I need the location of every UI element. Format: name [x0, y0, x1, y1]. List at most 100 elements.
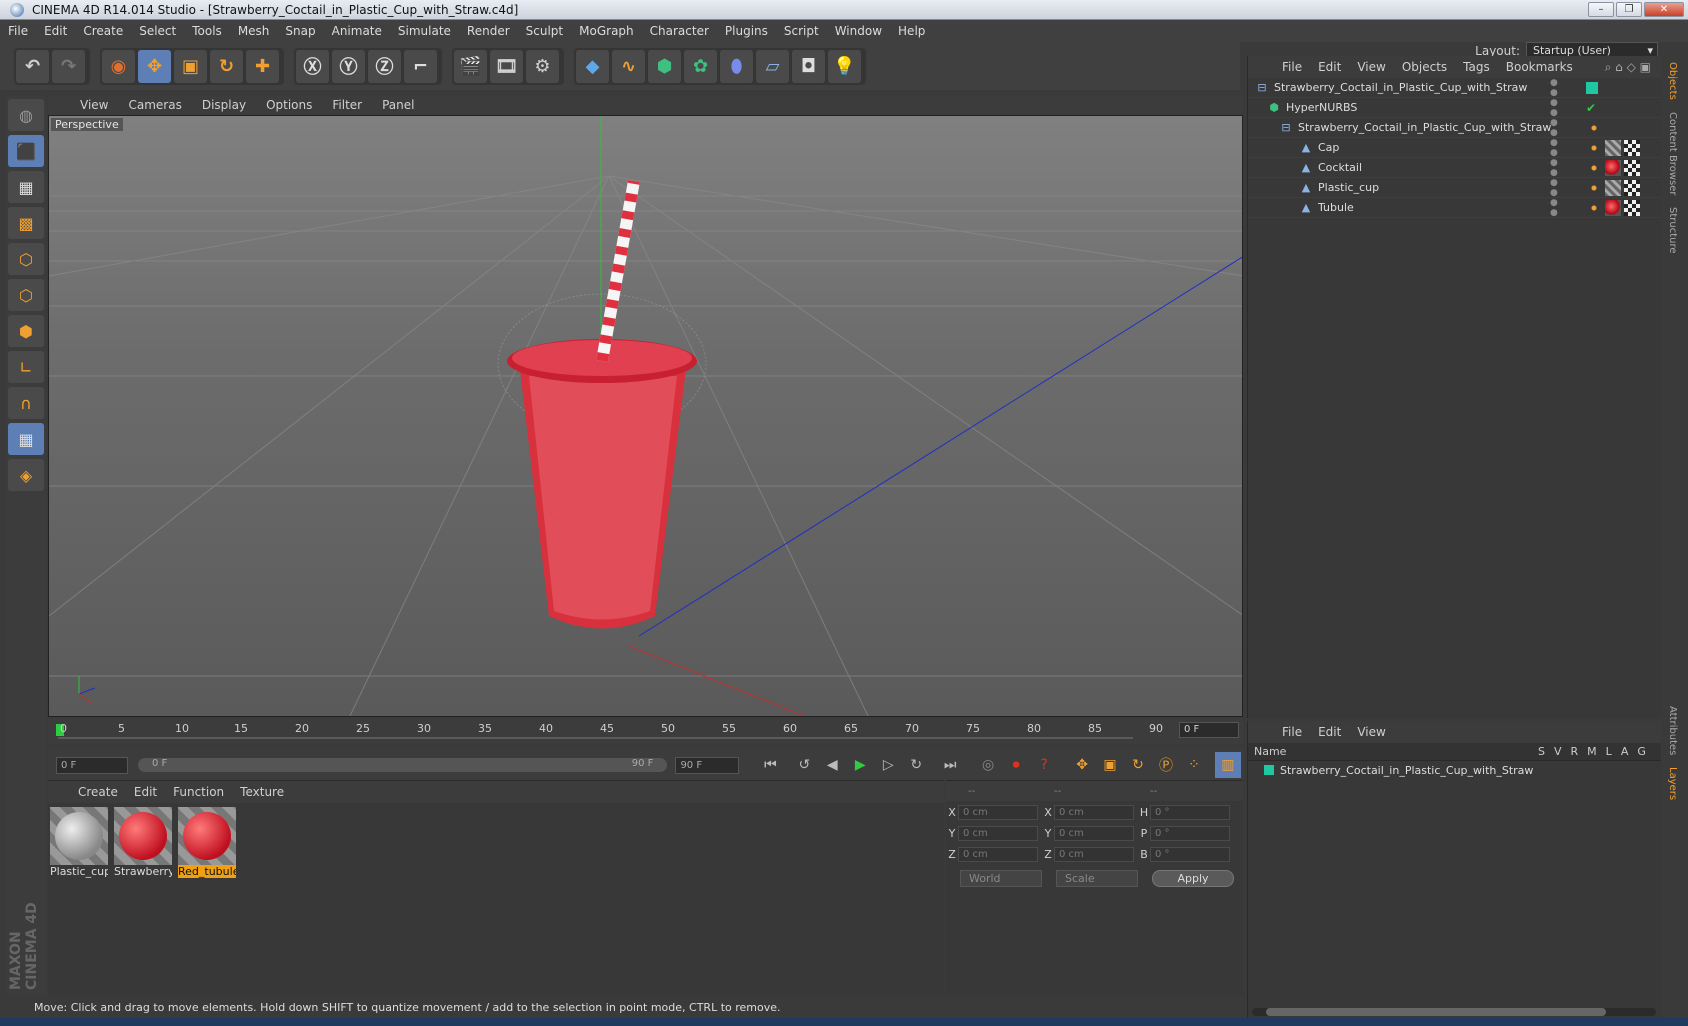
snap-magnet-icon[interactable]: ∩: [8, 387, 44, 419]
uvw-tag-icon[interactable]: [1624, 199, 1640, 216]
scale-mode-dropdown[interactable]: Scale: [1056, 870, 1138, 887]
tab-content-browser[interactable]: Content Browser: [1663, 106, 1682, 201]
position-x-field[interactable]: 0 cm: [958, 805, 1038, 820]
render-picture-viewer-icon[interactable]: 🎞: [490, 49, 523, 83]
object-row[interactable]: ▲ Cap ● ●: [1248, 138, 1661, 158]
objects-menu-tags[interactable]: Tags: [1455, 60, 1498, 74]
phong-tag-icon[interactable]: [1586, 159, 1602, 176]
apply-button[interactable]: Apply: [1152, 870, 1234, 887]
viewport-menu-filter[interactable]: Filter: [322, 98, 372, 112]
next-frame-icon[interactable]: ▷: [875, 752, 901, 778]
scale-tool-icon[interactable]: ▣: [174, 49, 207, 83]
visibility-dots[interactable]: ● ●: [1550, 198, 1558, 218]
material-item[interactable]: Plastic_cup: [50, 807, 108, 878]
visibility-dots[interactable]: ● ●: [1550, 138, 1558, 158]
maximize-button[interactable]: ❐: [1616, 2, 1642, 17]
menu-render[interactable]: Render: [459, 24, 518, 38]
material-menu-texture[interactable]: Texture: [232, 785, 292, 799]
point-level-key-icon[interactable]: ⁘: [1181, 752, 1207, 778]
menu-snap[interactable]: Snap: [277, 24, 323, 38]
menu-window[interactable]: Window: [827, 24, 890, 38]
rotation-p-field[interactable]: 0 °: [1150, 826, 1230, 841]
spline-icon[interactable]: ∿: [612, 49, 645, 83]
previous-frame-icon[interactable]: ◀: [819, 752, 845, 778]
light-icon[interactable]: 💡: [828, 49, 861, 83]
nurbs-icon[interactable]: ⬢: [648, 49, 681, 83]
close-button[interactable]: ✕: [1644, 2, 1684, 17]
material-menu-create[interactable]: Create: [70, 785, 126, 799]
viewport-menu-display[interactable]: Display: [192, 98, 256, 112]
uvw-tag-icon[interactable]: [1624, 159, 1640, 176]
tab-attributes[interactable]: Attributes: [1663, 700, 1682, 761]
material-menu-edit[interactable]: Edit: [126, 785, 165, 799]
menu-animate[interactable]: Animate: [324, 24, 390, 38]
material-tag-icon[interactable]: [1605, 159, 1621, 176]
phong-tag-icon[interactable]: [1586, 119, 1602, 136]
position-z-field[interactable]: 0 cm: [958, 847, 1038, 862]
viewport-menu-view[interactable]: View: [70, 98, 118, 112]
tab-structure[interactable]: Structure: [1663, 201, 1682, 260]
visibility-dots[interactable]: ● ●: [1550, 178, 1558, 198]
phong-tag-icon[interactable]: [1586, 199, 1602, 216]
menu-select[interactable]: Select: [131, 24, 184, 38]
points-mode-icon[interactable]: ⬡: [8, 243, 44, 275]
menu-script[interactable]: Script: [776, 24, 827, 38]
world-mode-dropdown[interactable]: World: [960, 870, 1042, 887]
timeline-window-icon[interactable]: ▥: [1214, 752, 1241, 778]
horizontal-scrollbar[interactable]: [1252, 1008, 1656, 1016]
object-row[interactable]: ▲ Plastic_cup ● ●: [1248, 178, 1661, 198]
parameter-key-icon[interactable]: Ⓟ: [1153, 752, 1179, 778]
next-key-icon[interactable]: ↻: [903, 752, 929, 778]
uvw-tag-icon[interactable]: [1624, 179, 1640, 196]
perspective-viewport[interactable]: Perspective: [48, 115, 1243, 717]
edges-mode-icon[interactable]: ⬡: [8, 279, 44, 311]
menu-help[interactable]: Help: [890, 24, 933, 38]
object-row[interactable]: ⊟ Strawberry_Coctail_in_Plastic_Cup_with…: [1248, 118, 1661, 138]
visibility-dots[interactable]: ● ●: [1550, 98, 1558, 118]
scale-key-icon[interactable]: ▣: [1097, 752, 1123, 778]
record-keys-icon[interactable]: ◎: [975, 752, 1001, 778]
enabled-check-icon[interactable]: ✔: [1586, 101, 1596, 115]
object-row[interactable]: ▲ Tubule ● ●: [1248, 198, 1661, 218]
material-tag-icon[interactable]: [1605, 179, 1621, 196]
menu-mesh[interactable]: Mesh: [230, 24, 278, 38]
phong-tag-icon[interactable]: [1586, 179, 1602, 196]
objects-menu-objects[interactable]: Objects: [1394, 60, 1455, 74]
current-frame-field[interactable]: 0 F: [1179, 722, 1239, 738]
end-frame-field[interactable]: 90 F: [675, 756, 740, 774]
workplane-lock-icon[interactable]: ▦: [8, 423, 44, 455]
y-axis-lock-icon[interactable]: Ⓨ: [332, 49, 365, 83]
render-view-icon[interactable]: 🎬: [454, 49, 487, 83]
autokey-icon[interactable]: ⏺: [1003, 752, 1029, 778]
viewport-menu-cameras[interactable]: Cameras: [118, 98, 191, 112]
polygons-mode-icon[interactable]: ⬢: [8, 315, 44, 347]
workplane-icon[interactable]: ▩: [8, 207, 44, 239]
objects-menu-edit[interactable]: Edit: [1310, 60, 1349, 74]
tab-objects[interactable]: Objects: [1663, 56, 1682, 106]
viewport-menu-options[interactable]: Options: [256, 98, 322, 112]
solo-mode-icon[interactable]: ◈: [8, 459, 44, 491]
layer-row[interactable]: Strawberry_Coctail_in_Plastic_Cup_with_S…: [1248, 761, 1661, 779]
position-key-icon[interactable]: ✥: [1069, 752, 1095, 778]
size-y-field[interactable]: 0 cm: [1054, 826, 1134, 841]
uvw-tag-icon[interactable]: [1624, 139, 1640, 156]
texture-mode-icon[interactable]: ▦: [8, 171, 44, 203]
menu-tools[interactable]: Tools: [184, 24, 230, 38]
object-row[interactable]: ▲ Cocktail ● ●: [1248, 158, 1661, 178]
menu-plugins[interactable]: Plugins: [717, 24, 776, 38]
menu-sculpt[interactable]: Sculpt: [518, 24, 571, 38]
tab-layers[interactable]: Layers: [1663, 761, 1682, 806]
deformer-icon[interactable]: ⬮: [720, 49, 753, 83]
material-item[interactable]: Strawberry: [114, 807, 172, 878]
menu-simulate[interactable]: Simulate: [390, 24, 459, 38]
z-axis-lock-icon[interactable]: Ⓩ: [368, 49, 401, 83]
rotation-key-icon[interactable]: ↻: [1125, 752, 1151, 778]
position-y-field[interactable]: 0 cm: [958, 826, 1038, 841]
live-select-icon[interactable]: ◉: [102, 49, 135, 83]
visibility-dots[interactable]: ● ●: [1550, 78, 1558, 98]
layers-menu-file[interactable]: File: [1274, 725, 1310, 739]
coordinate-system-icon[interactable]: ⌐: [404, 49, 437, 83]
material-tag-icon[interactable]: [1605, 139, 1621, 156]
array-icon[interactable]: ✿: [684, 49, 717, 83]
play-icon[interactable]: ▶: [847, 752, 873, 778]
